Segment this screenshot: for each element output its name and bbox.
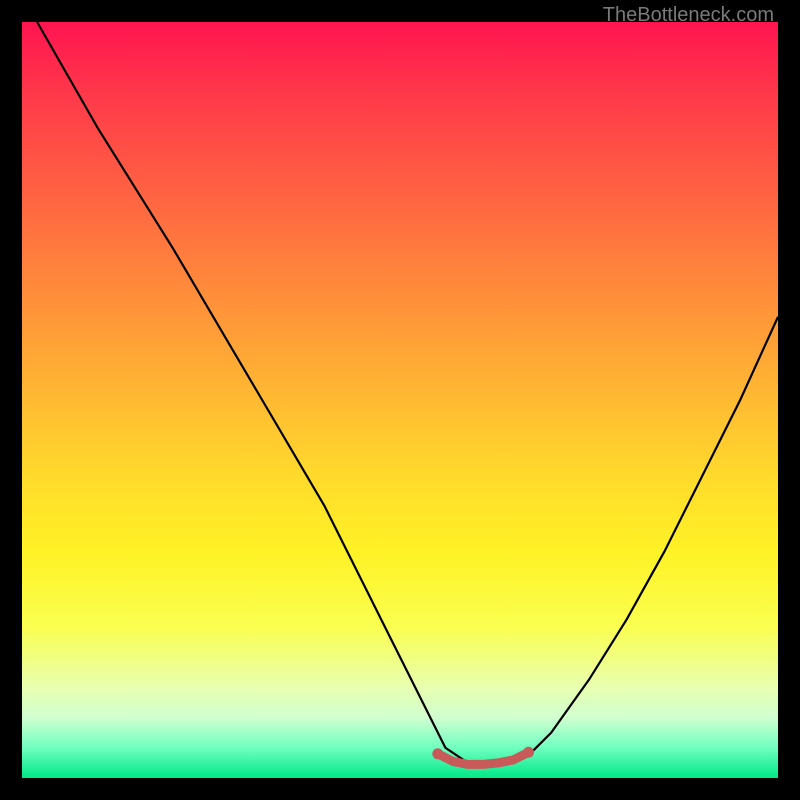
chart-svg [22,22,778,778]
bottom-accent-line [438,752,529,764]
bottom-accent-dot-right [523,747,534,758]
chart-plot-area [22,22,778,778]
bottleneck-curve-line [37,22,778,763]
bottom-accent-dot-left [432,748,443,759]
watermark-text: TheBottleneck.com [603,4,774,27]
